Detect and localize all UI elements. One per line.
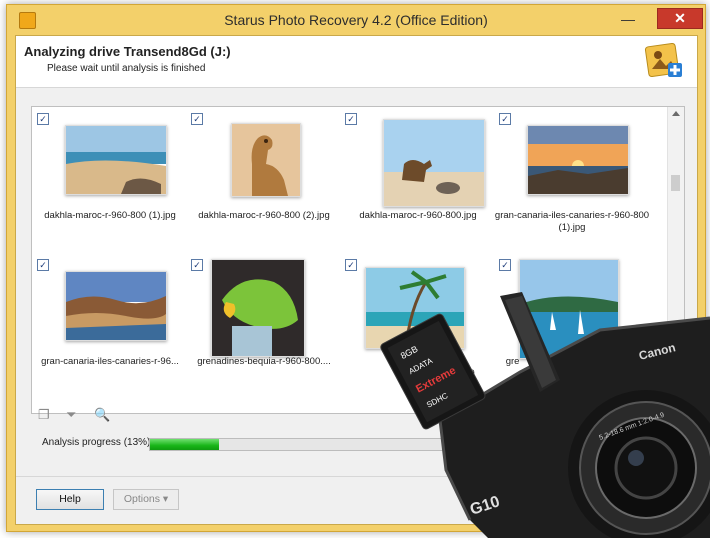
file-tile[interactable]: ✓ dakhla-maroc-r-960-800 (2).jpg [189, 111, 339, 251]
copy-icon[interactable]: ❐ [38, 408, 52, 422]
file-tile[interactable]: ✓ gran-canaria-iles-canaries-r-96... [35, 257, 185, 397]
zoom-icon[interactable]: 🔍 [94, 408, 110, 422]
coast-thumbnail [65, 271, 167, 341]
file-tile[interactable]: ✓ gran-canaria-iles-canaries-r-960-800 (… [495, 111, 649, 251]
view-icon[interactable]: ▦ [418, 408, 432, 422]
window-title: Starus Photo Recovery 4.2 (Office Editio… [224, 12, 488, 28]
vertical-scrollbar[interactable] [667, 107, 684, 413]
harbor-thumbnail [519, 259, 619, 359]
file-checkbox[interactable]: ✓ [191, 113, 203, 125]
file-checkbox[interactable]: ✓ [499, 259, 511, 271]
sunset-thumbnail [527, 125, 629, 195]
close-button[interactable]: ✕ [657, 8, 703, 29]
file-name: gran-canaria-iles-canaries-r-96... [41, 356, 179, 367]
app-window: Starus Photo Recovery 4.2 (Office Editio… [6, 4, 706, 532]
page-subtitle: Please wait until analysis is finished [47, 63, 206, 74]
wizard-header: Analyzing drive Transend8Gd (J:) Please … [16, 36, 697, 88]
title-bar[interactable]: Starus Photo Recovery 4.2 (Office Editio… [7, 5, 705, 35]
file-name: gran-canaria-iles-canaries-r-960-800 (1)… [494, 210, 650, 233]
beach-thumbnail [65, 125, 167, 195]
file-name: dakhla-maroc-r-960-800 (2).jpg [198, 210, 330, 221]
progress-label: Analysis progress (13%) [42, 437, 151, 448]
file-name: grenadines-0 [392, 356, 475, 379]
help-button[interactable]: Help [36, 489, 104, 510]
progress-bar [149, 438, 451, 451]
minimize-button[interactable]: — [615, 9, 641, 29]
parrot-thumbnail [211, 259, 305, 357]
scroll-thumb[interactable] [671, 175, 680, 191]
file-name: grenadines-bequia-r-960-800.... [197, 356, 331, 367]
file-checkbox[interactable]: ✓ [499, 113, 511, 125]
photo-recovery-icon [644, 42, 682, 78]
file-tile[interactable]: ✓ grenadines-bequia-r-960-800.... [189, 257, 339, 397]
file-name: gre -moustique-r-960-8 (2).jpg [505, 356, 639, 379]
thumbnail-grid: ✓ dakhla-maroc-r-960-800 (1).jpg ✓ dakhl… [31, 106, 685, 414]
page-title: Analyzing drive Transend8Gd (J:) [24, 44, 231, 59]
file-checkbox[interactable]: ✓ [345, 259, 357, 271]
scroll-up-icon[interactable] [672, 111, 680, 116]
sort-label[interactable]: Sort [508, 409, 526, 420]
file-tile[interactable]: ✓ gre -moustique-r-960-8 (2).jpg [497, 257, 647, 397]
footer-bar: Help Options ▾ [16, 476, 697, 524]
camel-beach-thumbnail [383, 119, 485, 207]
view-label: Vi [433, 409, 442, 420]
file-checkbox[interactable]: ✓ [37, 259, 49, 271]
wizard-body: Analyzing drive Transend8Gd (J:) Please … [15, 35, 698, 525]
file-tile[interactable]: ✓ grenadines-0 [343, 257, 493, 397]
file-checkbox[interactable]: ✓ [345, 113, 357, 125]
camel-thumbnail [231, 123, 301, 197]
file-checkbox[interactable]: ✓ [37, 113, 49, 125]
file-tile[interactable]: ✓ dakhla-maroc-r-960-800 (1).jpg [35, 111, 185, 251]
palm-beach-thumbnail [365, 267, 465, 349]
file-name: dakhla-maroc-r-960-800.jpg [359, 210, 477, 221]
file-name: dakhla-maroc-r-960-800 (1).jpg [44, 210, 176, 221]
file-tile[interactable]: ✓ dakhla-maroc-r-960-800.jpg [343, 111, 493, 251]
file-checkbox[interactable]: ✓ [191, 259, 203, 271]
filter-icon[interactable]: ⏷ [66, 408, 80, 422]
options-button[interactable]: Options ▾ [113, 489, 179, 510]
progress-fill [150, 439, 219, 450]
